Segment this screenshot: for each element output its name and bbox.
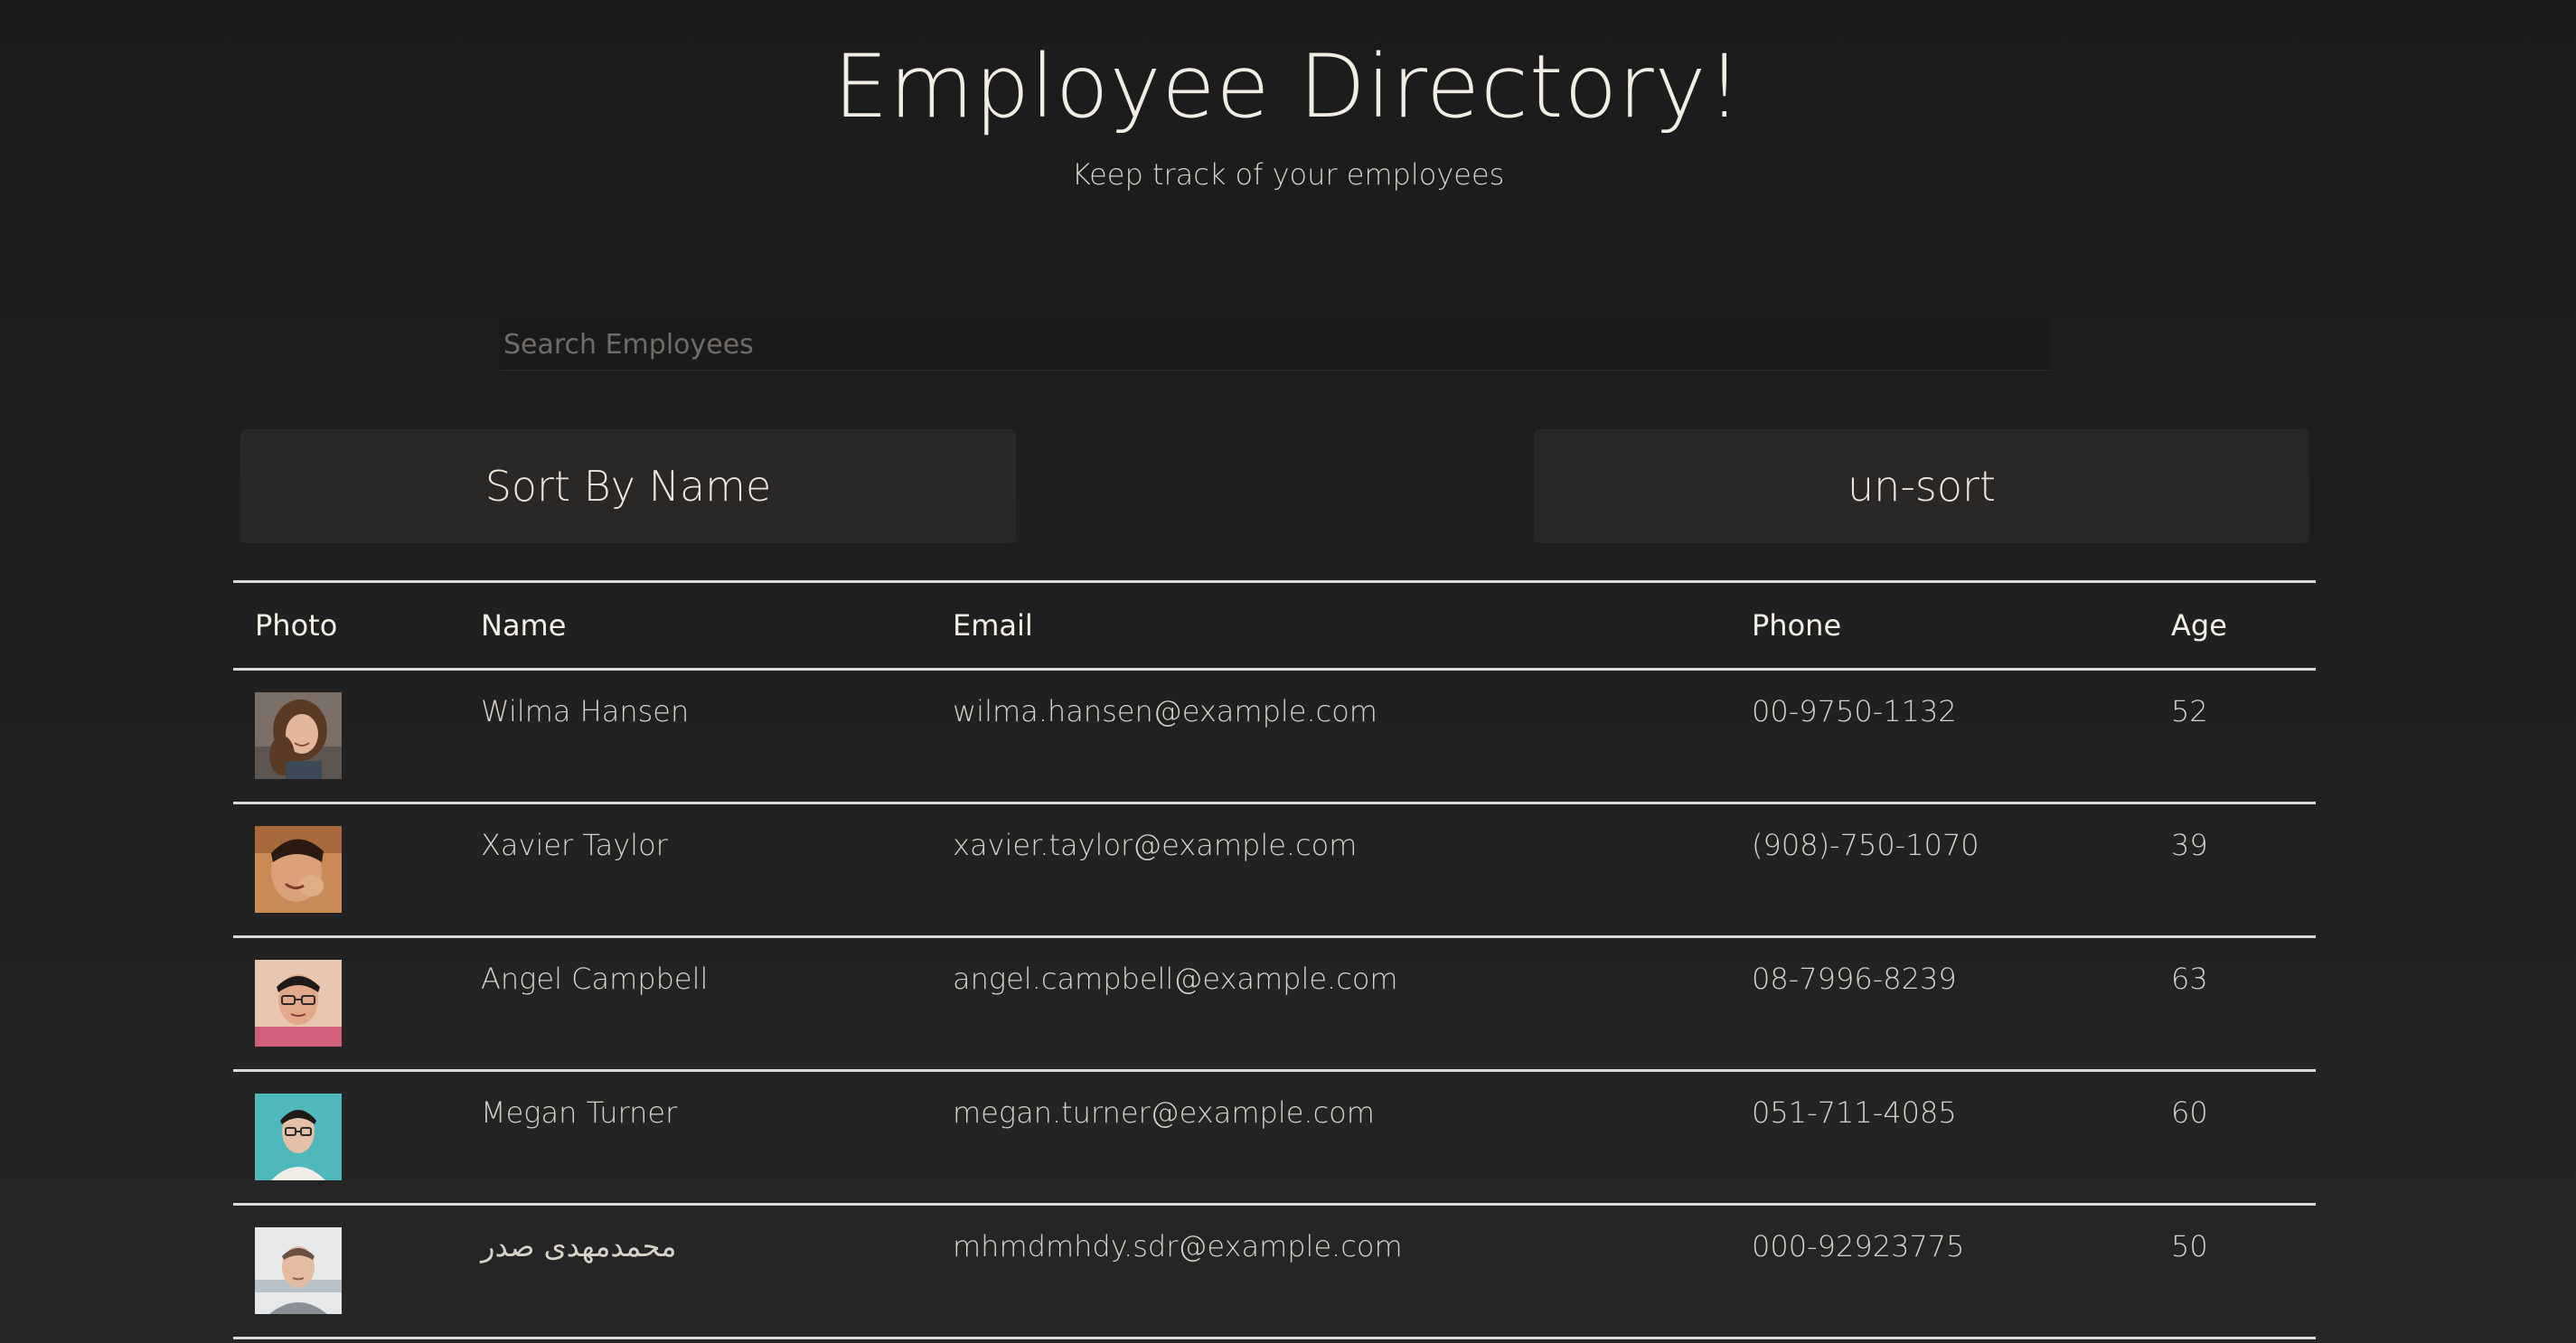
employee-email: angel.campbell@example.com bbox=[953, 962, 1398, 996]
avatar-man-glasses bbox=[255, 960, 342, 1047]
column-header-email[interactable]: Email bbox=[931, 582, 1730, 670]
employee-age: 50 bbox=[2171, 1229, 2208, 1263]
employee-email: xavier.taylor@example.com bbox=[953, 828, 1358, 862]
employee-phone: 08-7996-8239 bbox=[1752, 962, 1957, 996]
photo-cell bbox=[233, 1205, 459, 1338]
employee-age: 60 bbox=[2171, 1095, 2208, 1130]
employee-table: Photo Name Email Phone Age Wilma Hansen … bbox=[233, 580, 2316, 1339]
employee-table-container: Photo Name Email Phone Age Wilma Hansen … bbox=[233, 580, 2316, 1339]
avatar-man-dark-hair bbox=[255, 826, 342, 913]
employee-phone: 000-92923775 bbox=[1752, 1229, 1965, 1263]
table-row: Megan Turner megan.turner@example.com 05… bbox=[233, 1071, 2316, 1205]
employee-phone: 00-9750-1132 bbox=[1752, 694, 1957, 728]
employee-name: Xavier Taylor bbox=[481, 828, 668, 862]
column-header-age[interactable]: Age bbox=[2149, 582, 2316, 670]
search-input[interactable] bbox=[500, 319, 2050, 370]
sort-by-name-button[interactable]: Sort By Name bbox=[240, 429, 1016, 543]
page-header: Employee Directory! Keep track of your e… bbox=[0, 0, 2576, 192]
employee-name: Megan Turner bbox=[481, 1095, 678, 1130]
photo-cell bbox=[233, 937, 459, 1071]
employee-email: mhmdmhdy.sdr@example.com bbox=[953, 1229, 1403, 1263]
table-row: Wilma Hansen wilma.hansen@example.com 00… bbox=[233, 670, 2316, 803]
employee-age: 52 bbox=[2171, 694, 2208, 728]
table-row: Angel Campbell angel.campbell@example.co… bbox=[233, 937, 2316, 1071]
page-subtitle: Keep track of your employees bbox=[1071, 157, 1505, 192]
employee-phone: (908)-750-1070 bbox=[1752, 828, 1979, 862]
avatar-woman-brown-hair bbox=[255, 692, 342, 779]
photo-cell bbox=[233, 803, 459, 937]
table-row: محمدمهدی صدر mhmdmhdy.sdr@example.com 00… bbox=[233, 1205, 2316, 1338]
photo-cell bbox=[233, 670, 459, 803]
employee-age: 63 bbox=[2171, 962, 2208, 996]
table-row: Xavier Taylor xavier.taylor@example.com … bbox=[233, 803, 2316, 937]
table-header-row: Photo Name Email Phone Age bbox=[233, 581, 2316, 670]
search-container bbox=[500, 319, 2050, 371]
employee-name: محمدمهدی صدر bbox=[481, 1229, 677, 1263]
employee-name: Wilma Hansen bbox=[481, 694, 690, 728]
column-header-name[interactable]: Name bbox=[459, 582, 931, 670]
avatar-person-teal-background bbox=[255, 1094, 342, 1180]
avatar-man-light-background bbox=[255, 1227, 342, 1314]
employee-name: Angel Campbell bbox=[481, 962, 709, 996]
employee-age: 39 bbox=[2171, 828, 2208, 862]
photo-cell bbox=[233, 1071, 459, 1205]
unsort-button[interactable]: un-sort bbox=[1534, 429, 2309, 543]
column-header-phone[interactable]: Phone bbox=[1730, 582, 2149, 670]
employee-phone: 051-711-4085 bbox=[1752, 1095, 1957, 1130]
employee-email: megan.turner@example.com bbox=[953, 1095, 1375, 1130]
column-header-photo[interactable]: Photo bbox=[233, 582, 459, 670]
page-title: Employee Directory! bbox=[833, 36, 1743, 137]
employee-email: wilma.hansen@example.com bbox=[953, 694, 1377, 728]
